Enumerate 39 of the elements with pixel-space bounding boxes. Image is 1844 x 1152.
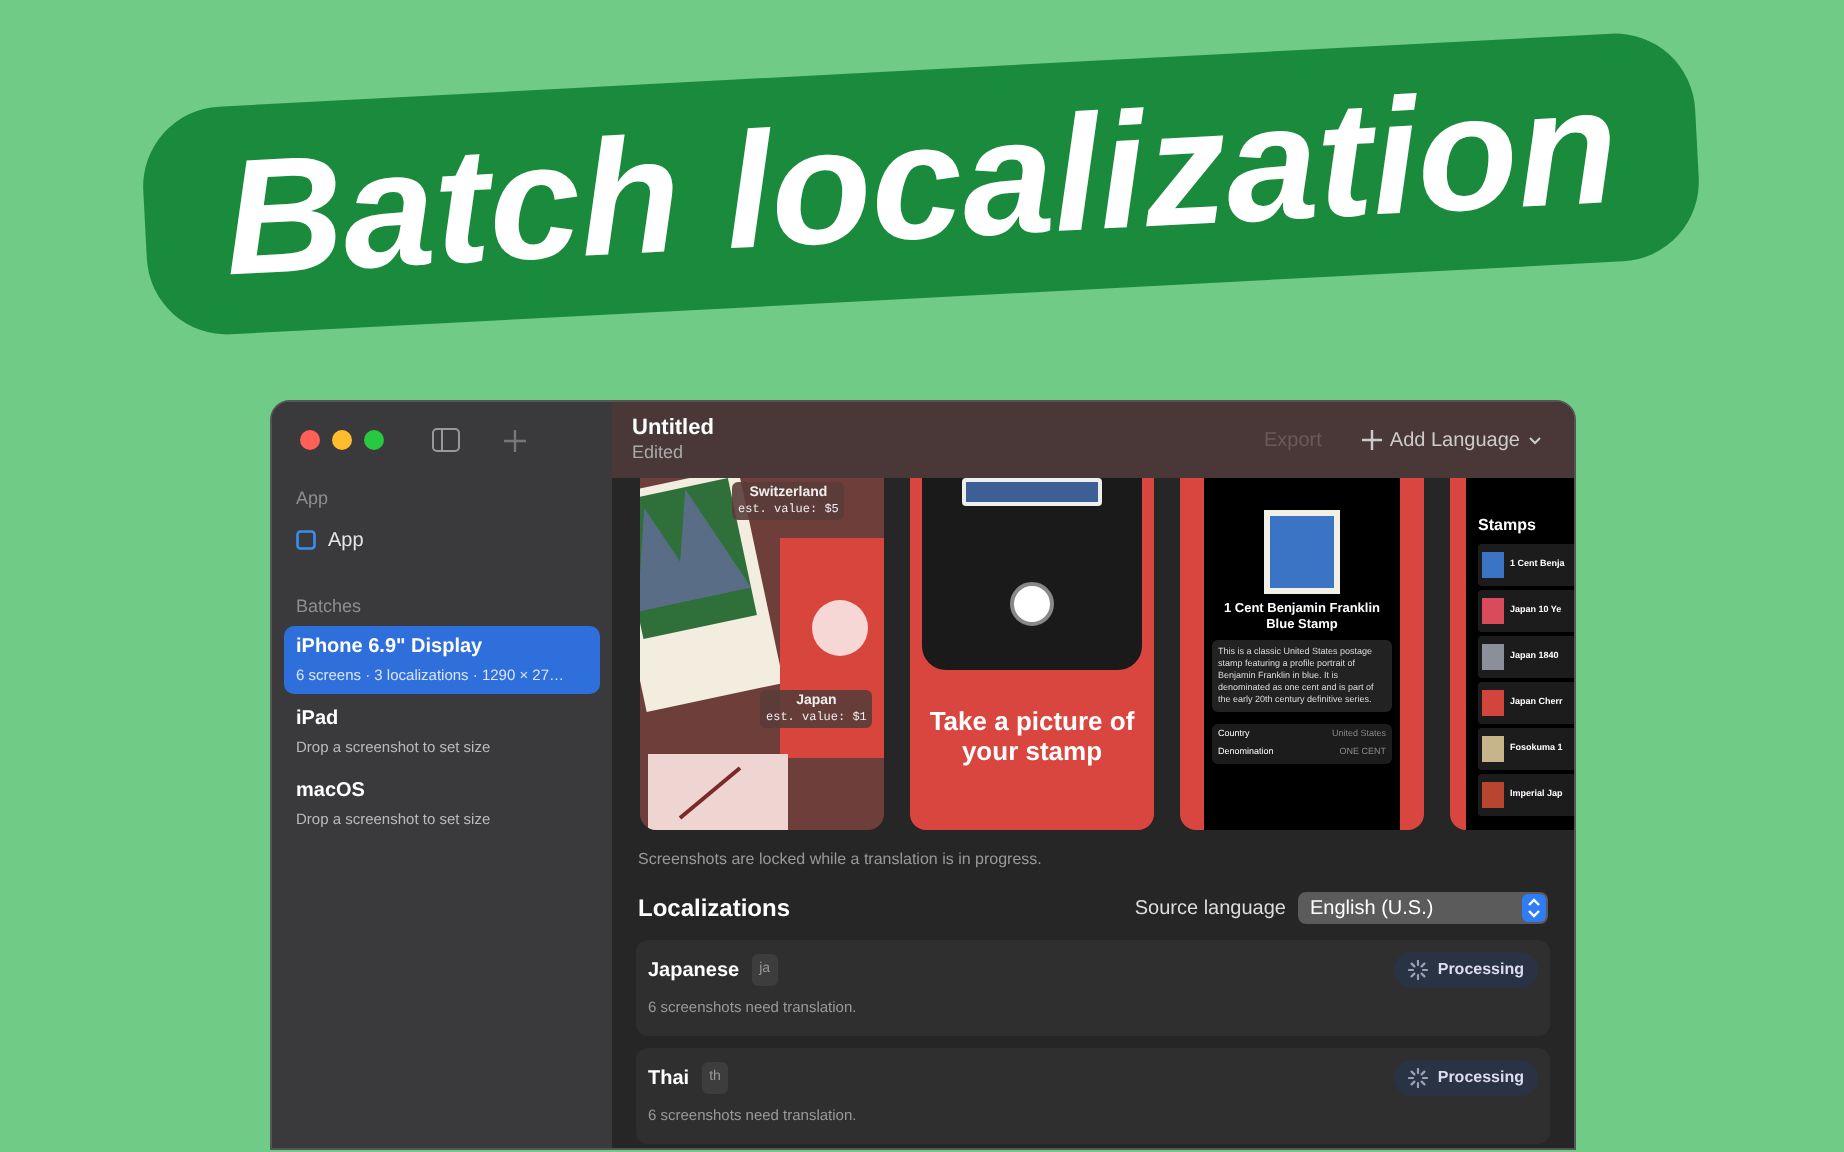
stamp-thumbnail bbox=[1482, 782, 1504, 808]
language-name: Thai bbox=[648, 1065, 690, 1093]
app-icon bbox=[296, 530, 316, 550]
status-badge: Processing bbox=[1393, 1060, 1538, 1096]
stamp-thumbnail bbox=[1482, 598, 1504, 624]
list-heading: Stamps bbox=[1478, 514, 1538, 538]
plus-icon[interactable] bbox=[504, 429, 526, 451]
sidebar-item[interactable]: App bbox=[284, 519, 600, 561]
banner-title: Batch localization bbox=[221, 65, 1623, 303]
add-language-button[interactable]: Add Language bbox=[1349, 419, 1554, 461]
stamp-thumbnail bbox=[1482, 690, 1504, 716]
screenshot-card[interactable]: Take a picture of your stamp bbox=[910, 478, 1154, 830]
spinner-icon bbox=[1407, 1068, 1428, 1088]
chevron-down-icon bbox=[1528, 435, 1542, 445]
stamp-thumbnail bbox=[1482, 552, 1504, 578]
window-title: Untitled bbox=[632, 415, 714, 443]
lock-note: Screenshots are locked while a translation is in progress. bbox=[636, 848, 1044, 872]
language-name: Japanese bbox=[648, 957, 740, 985]
zoom-window-button[interactable] bbox=[364, 430, 384, 450]
status-badge: Processing bbox=[1393, 952, 1538, 988]
section-label: Batches bbox=[294, 593, 364, 619]
source-language-label: Source language bbox=[1134, 895, 1286, 923]
shutter-button[interactable] bbox=[1010, 582, 1054, 626]
spinner-icon bbox=[1407, 960, 1428, 980]
minimize-window-button[interactable] bbox=[332, 430, 352, 450]
source-language-select[interactable]: English (U.S.) bbox=[1298, 892, 1548, 924]
stamp-thumbnail bbox=[1482, 736, 1504, 762]
close-window-button[interactable] bbox=[300, 430, 320, 450]
stepper-chevrons-icon bbox=[1522, 894, 1546, 922]
section-label: App bbox=[294, 486, 331, 512]
window-subtitle: Edited bbox=[632, 442, 686, 465]
stamp-picture bbox=[1264, 510, 1340, 594]
screenshot-card[interactable] bbox=[1180, 478, 1424, 830]
section-heading: Localizations bbox=[638, 892, 791, 926]
sidebar-toggle-icon[interactable] bbox=[432, 428, 460, 452]
plus-icon bbox=[1361, 430, 1382, 450]
stamp-thumbnail bbox=[1482, 644, 1504, 670]
stamp-picture bbox=[962, 478, 1102, 506]
screenshot-headline: Take a picture of your stamp bbox=[927, 706, 1137, 766]
